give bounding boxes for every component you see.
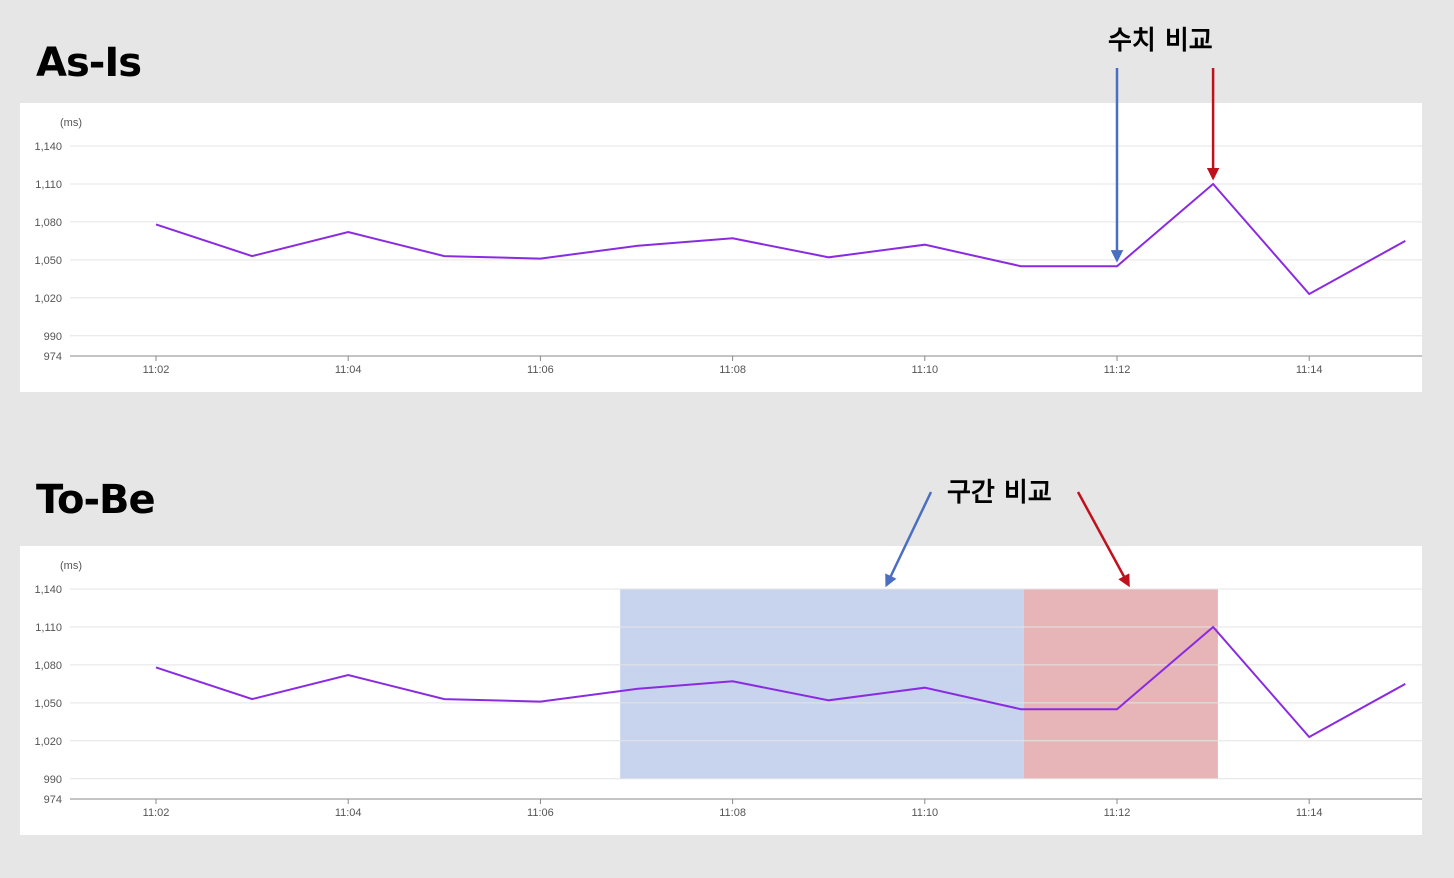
range-comparison-label: 구간 비교 — [947, 478, 1052, 508]
annotation-arrows — [885, 68, 1220, 588]
value-comparison-label: 수치 비교 — [1108, 26, 1213, 56]
arrow-red — [1076, 491, 1130, 588]
arrow-blue — [885, 491, 933, 588]
